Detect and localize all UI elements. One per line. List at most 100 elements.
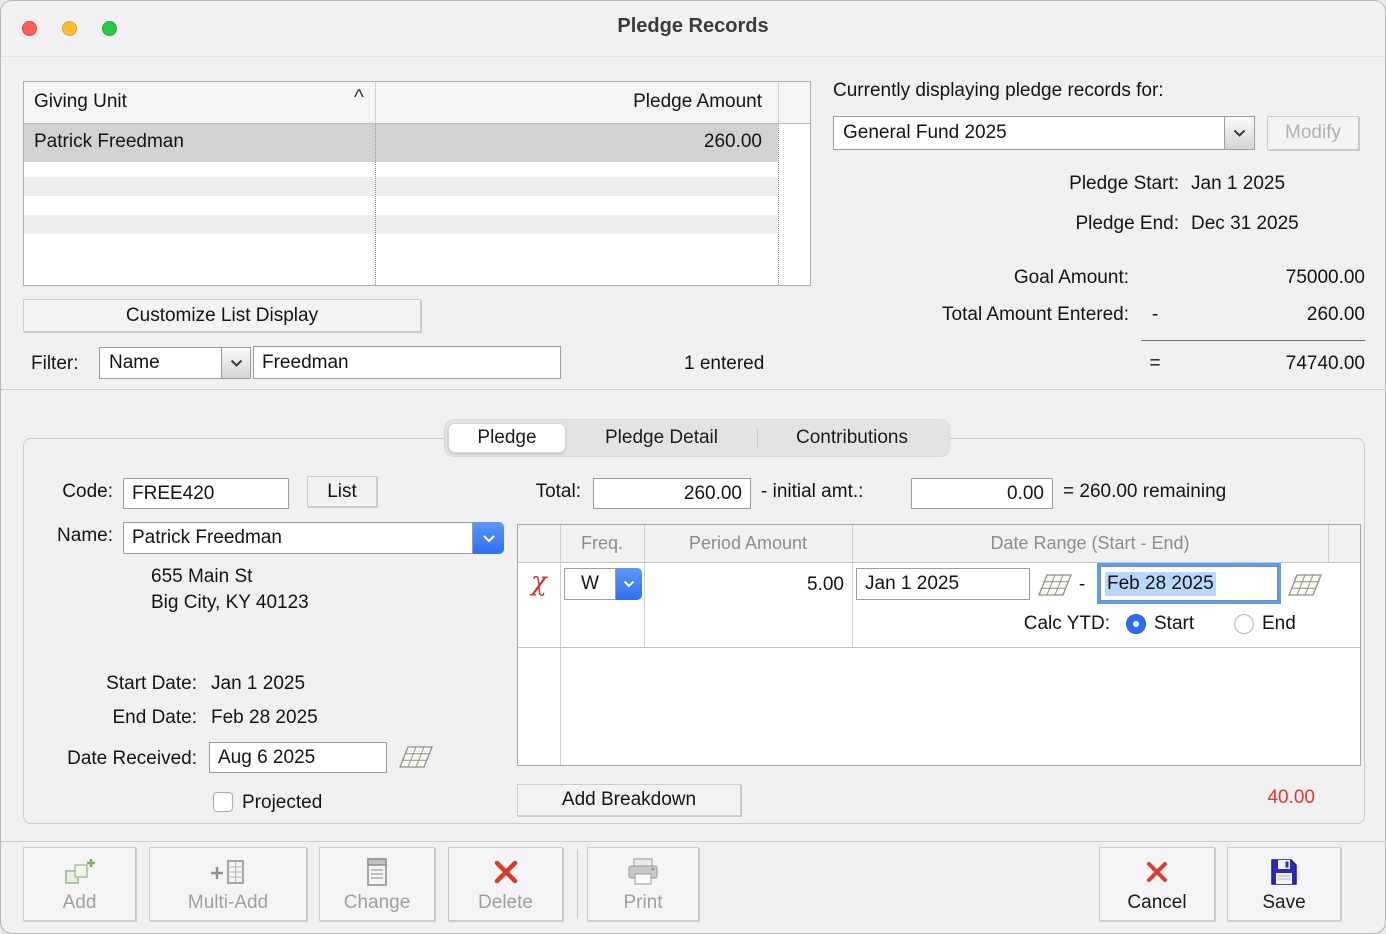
change-button[interactable]: Change xyxy=(319,847,435,921)
pledge-end-label: Pledge End: xyxy=(939,213,1179,235)
fund-dropdown-button[interactable] xyxy=(1225,116,1255,150)
calendar-picker-icon[interactable] xyxy=(399,745,433,775)
multi-add-button-label: Multi-Add xyxy=(188,892,268,914)
initial-amt-label: - initial amt.: xyxy=(761,481,863,503)
list-button[interactable]: List xyxy=(307,476,377,507)
tab-pledge-detail[interactable]: Pledge Detail xyxy=(566,423,757,453)
end-date-value: Feb 28 2025 xyxy=(211,707,318,729)
table-row[interactable]: Patrick Freedman 260.00 xyxy=(24,124,778,162)
tab-pledge-detail-label: Pledge Detail xyxy=(605,427,718,449)
grid-line xyxy=(560,563,561,765)
giving-unit-column-header[interactable]: Giving Unit xyxy=(34,91,127,113)
customize-list-display-label: Customize List Display xyxy=(126,305,318,327)
start-date-value: Jan 1 2025 xyxy=(211,673,305,695)
chevron-down-icon xyxy=(1233,129,1246,137)
period-amount-cell[interactable]: 5.00 xyxy=(648,574,844,596)
multi-add-button[interactable]: Multi-Add xyxy=(149,847,307,921)
name-input[interactable] xyxy=(123,522,473,554)
filter-field-dropdown-button[interactable] xyxy=(222,347,251,379)
calc-ytd-start-radio[interactable] xyxy=(1126,614,1146,634)
calendar-picker-icon[interactable] xyxy=(1038,573,1072,603)
selected-text: Feb 28 2025 xyxy=(1105,572,1216,596)
entered-count-label: 1 entered xyxy=(684,353,764,375)
print-icon xyxy=(625,855,661,889)
end-date-label: End Date: xyxy=(61,707,197,729)
calc-ytd-label: Calc YTD: xyxy=(818,613,1110,635)
add-breakdown-label: Add Breakdown xyxy=(562,789,696,811)
change-icon xyxy=(362,855,392,889)
customize-list-display-button[interactable]: Customize List Display xyxy=(23,299,421,332)
fund-select-value: General Fund 2025 xyxy=(843,122,1007,144)
pledge-amount-column-header[interactable]: Pledge Amount xyxy=(376,91,770,113)
delete-row-icon[interactable]: χ xyxy=(524,567,554,597)
name-label: Name: xyxy=(41,525,113,547)
giving-unit-table-header: Giving Unit ^ Pledge Amount xyxy=(24,82,810,124)
date-end-input[interactable]: Feb 28 2025 xyxy=(1100,566,1278,601)
filter-label: Filter: xyxy=(31,353,79,375)
add-button-label: Add xyxy=(63,892,97,914)
table-scrollbar[interactable] xyxy=(778,124,810,285)
toolbar-separator xyxy=(577,849,578,919)
delete-icon xyxy=(492,855,520,889)
filter-field-select[interactable]: Name xyxy=(99,347,222,379)
add-breakdown-button[interactable]: Add Breakdown xyxy=(517,784,741,816)
tab-pledge-label: Pledge xyxy=(477,427,536,449)
sort-ascending-icon: ^ xyxy=(354,86,364,110)
add-button[interactable]: Add xyxy=(23,847,136,921)
cancel-button-label: Cancel xyxy=(1127,892,1186,914)
projected-label: Projected xyxy=(242,792,322,814)
modify-button-label: Modify xyxy=(1285,122,1341,144)
pledge-amount-cell: 260.00 xyxy=(376,131,770,153)
calc-ytd-end-radio[interactable] xyxy=(1234,614,1254,634)
tab-contributions-label: Contributions xyxy=(796,427,908,449)
filter-field-value: Name xyxy=(109,352,160,374)
delete-button[interactable]: Delete xyxy=(448,847,563,921)
calendar-picker-icon[interactable] xyxy=(1288,573,1322,603)
goal-amount-label: Goal Amount: xyxy=(889,267,1129,289)
chevron-down-icon xyxy=(482,534,496,543)
save-icon xyxy=(1269,855,1299,889)
address-line1: 655 Main St xyxy=(151,566,252,588)
minus-sign: - xyxy=(1143,304,1167,326)
goal-amount-value: 75000.00 xyxy=(1151,267,1365,289)
tab-contributions[interactable]: Contributions xyxy=(758,423,946,453)
filter-value-input[interactable] xyxy=(253,346,561,379)
calc-ytd-end-label: End xyxy=(1262,613,1296,635)
empty-row-stripe xyxy=(24,177,778,196)
projected-checkbox[interactable] xyxy=(213,792,233,812)
tab-bar: Pledge Pledge Detail Contributions xyxy=(444,419,950,457)
net-remaining-value: 74740.00 xyxy=(1181,353,1365,375)
tab-pledge[interactable]: Pledge xyxy=(448,423,566,453)
address-line2: Big City, KY 40123 xyxy=(151,592,309,614)
save-button[interactable]: Save xyxy=(1227,847,1341,921)
breakdown-table: Freq. Period Amount Date Range (Start - … xyxy=(517,524,1361,766)
date-received-input[interactable] xyxy=(209,742,387,773)
subtraction-line xyxy=(1141,340,1365,341)
header-divider xyxy=(778,82,779,124)
total-input[interactable] xyxy=(593,478,751,509)
total-entered-value: 260.00 xyxy=(1181,304,1365,326)
remaining-text: = 260.00 remaining xyxy=(1063,481,1226,503)
modify-button[interactable]: Modify xyxy=(1267,116,1359,150)
date-range-column-header: Date Range (Start - End) xyxy=(852,533,1328,554)
fund-select[interactable]: General Fund 2025 xyxy=(833,116,1225,150)
chevron-down-icon xyxy=(230,359,243,367)
list-button-label: List xyxy=(327,481,357,503)
freq-dropdown-button[interactable] xyxy=(616,568,642,600)
delete-button-label: Delete xyxy=(478,892,533,914)
pledge-start-value: Jan 1 2025 xyxy=(1191,173,1285,195)
print-button[interactable]: Print xyxy=(587,847,699,921)
code-input[interactable] xyxy=(123,478,289,509)
initial-amt-input[interactable] xyxy=(911,478,1053,509)
name-dropdown-button[interactable] xyxy=(473,522,504,554)
date-received-label: Date Received: xyxy=(37,748,197,770)
freq-select[interactable]: W xyxy=(564,568,616,600)
giving-unit-cell: Patrick Freedman xyxy=(34,131,184,153)
total-entered-label: Total Amount Entered: xyxy=(839,304,1129,326)
breakdown-header: Freq. Period Amount Date Range (Start - … xyxy=(518,525,1360,563)
breakdown-total: 40.00 xyxy=(1161,787,1315,809)
date-start-input[interactable] xyxy=(856,568,1030,600)
cancel-button[interactable]: Cancel xyxy=(1099,847,1215,921)
calc-ytd-start-label: Start xyxy=(1154,613,1194,635)
freq-value: W xyxy=(581,573,599,595)
